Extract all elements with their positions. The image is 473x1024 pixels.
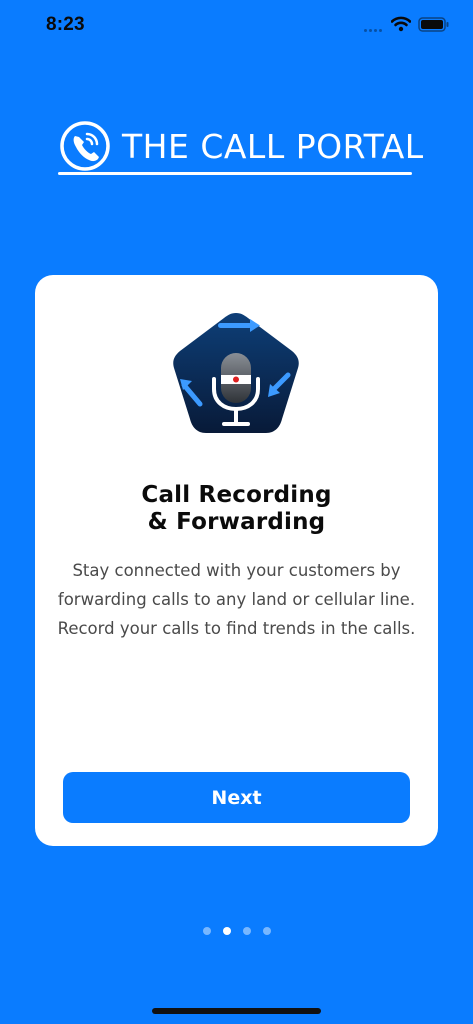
status-time: 8:23 [46, 14, 85, 35]
page-indicator [203, 927, 271, 935]
onboarding-card: Call Recording & Forwarding Stay connect… [35, 275, 438, 846]
card-description-line3: Record your calls to find trends in the … [57, 619, 416, 638]
cellular-signal-icon [364, 29, 382, 32]
wifi-icon [391, 16, 411, 32]
app-logo: THE CALL PORTAL [58, 121, 423, 179]
logo-text: THE CALL PORTAL [122, 127, 424, 166]
page-dot-1[interactable] [203, 927, 211, 935]
microphone-recording-icon [173, 313, 299, 433]
logo-underline [58, 172, 412, 175]
battery-icon [418, 17, 449, 32]
card-description-line1: Stay connected with your customers by [72, 561, 401, 580]
status-bar: 8:23 [0, 0, 473, 50]
card-description-line2: forwarding calls to any land or cellular… [57, 590, 416, 609]
card-title-line2: & Forwarding [147, 509, 326, 535]
card-title-line1: Call Recording [141, 482, 332, 508]
page-dot-4[interactable] [263, 927, 271, 935]
next-button[interactable]: Next [63, 772, 410, 823]
phone-circle-icon [60, 121, 110, 171]
home-indicator[interactable] [152, 1008, 321, 1014]
page-dot-3[interactable] [243, 927, 251, 935]
page-dot-2[interactable] [223, 927, 231, 935]
